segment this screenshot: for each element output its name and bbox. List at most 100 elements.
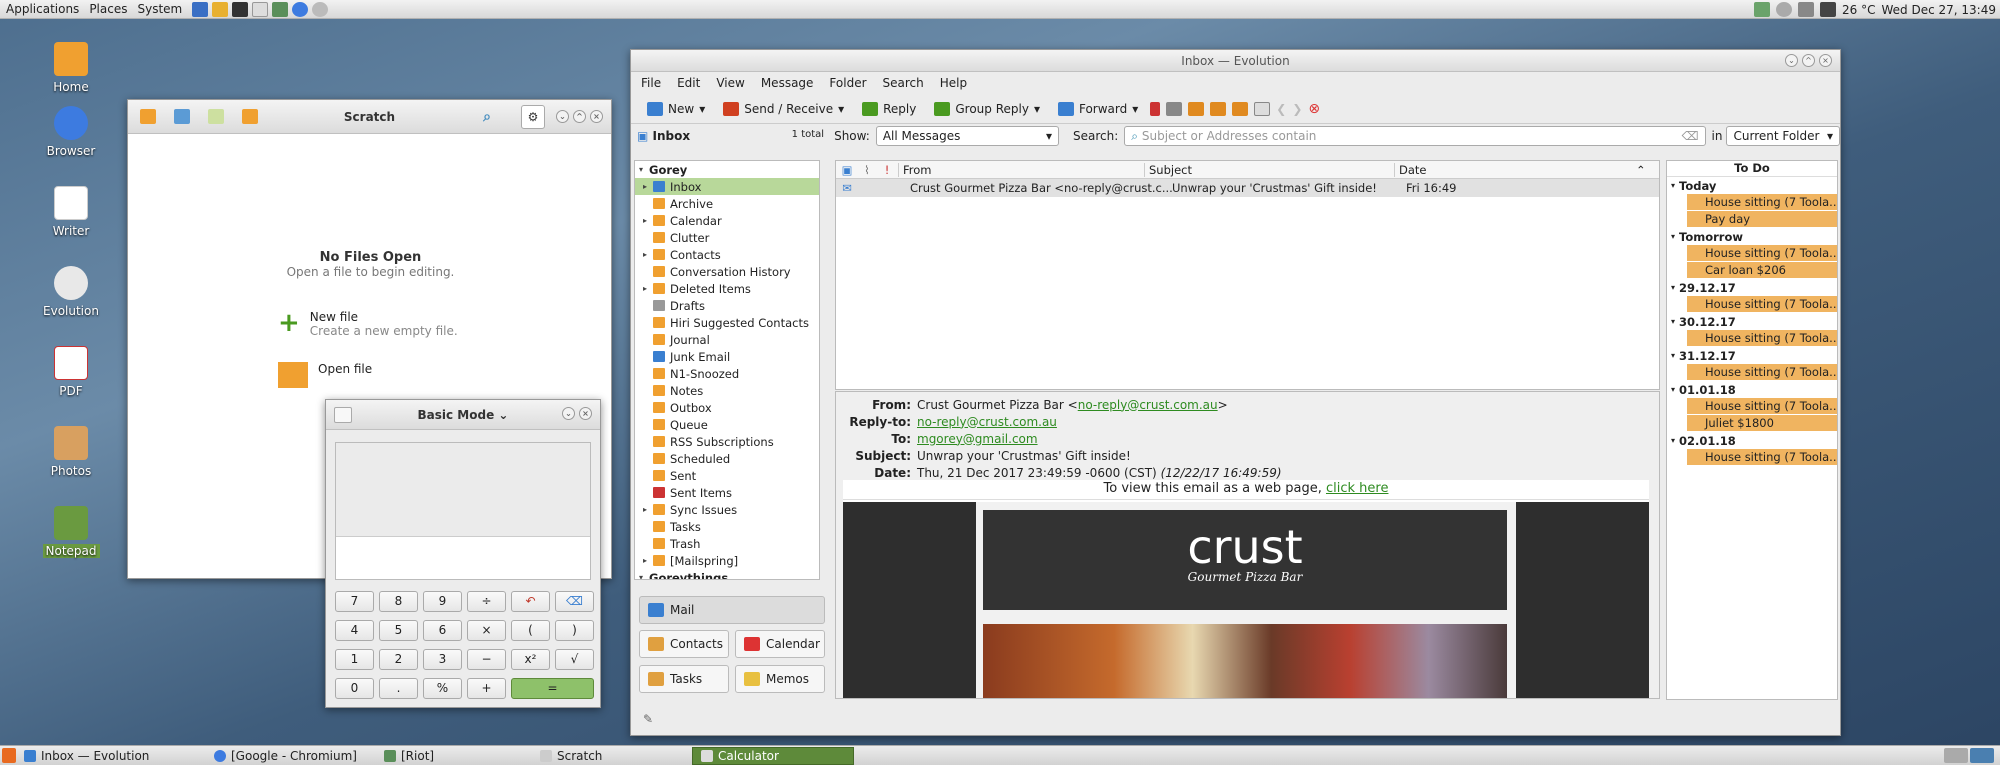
not-junk-icon[interactable] [1210, 101, 1227, 116]
calc-button-square[interactable]: x² [511, 649, 550, 670]
todo-day-header[interactable]: ▾ 29.12.17 [1667, 279, 1837, 296]
open-file-action[interactable]: Open file [278, 362, 372, 388]
calc-button-sqrt[interactable]: √ [555, 649, 594, 670]
terminal-launcher-icon[interactable] [232, 1, 249, 17]
reply-button[interactable]: Reply [856, 100, 922, 118]
places-menu[interactable]: Places [89, 2, 127, 16]
todo-item[interactable]: House sitting (7 Toola... [1687, 245, 1837, 261]
workspace-switcher[interactable] [1944, 748, 1994, 763]
folder-item[interactable]: Sent Items [635, 484, 819, 501]
junk-icon[interactable] [1188, 101, 1205, 116]
folder-item[interactable]: Hiri Suggested Contacts [635, 314, 819, 331]
account-goreythings[interactable]: ▾ Goreythings [635, 569, 819, 580]
forward-button[interactable]: Forward ▾ [1052, 100, 1144, 118]
todo-day-header[interactable]: ▾ 02.01.18 [1667, 432, 1837, 449]
close-button[interactable]: × [1819, 54, 1832, 67]
folder-item[interactable]: ▸ Contacts [635, 246, 819, 263]
switcher-calendar[interactable]: Calendar [735, 630, 825, 658]
menu-view[interactable]: View [716, 76, 744, 90]
mode-selector[interactable]: Basic Mode ⌄ [418, 408, 509, 422]
send-receive-button[interactable]: Send / Receive ▾ [717, 100, 850, 118]
folder-item[interactable]: Scheduled [635, 450, 819, 467]
maximize-button[interactable]: ^ [573, 110, 586, 123]
calc-button-8[interactable]: 8 [379, 591, 418, 612]
folder-item[interactable]: Drafts [635, 297, 819, 314]
menu-search[interactable]: Search [883, 76, 924, 90]
close-button[interactable]: × [579, 407, 592, 420]
show-desktop-icon[interactable] [2, 748, 16, 763]
minimize-button[interactable]: ⌄ [556, 110, 569, 123]
calc-button-5[interactable]: 5 [379, 620, 418, 641]
calc-button-percent[interactable]: % [423, 678, 462, 699]
open-project-icon[interactable] [140, 109, 156, 124]
menu-message[interactable]: Message [761, 76, 814, 90]
flag-icon[interactable] [1150, 101, 1161, 116]
calc-button-close-paren[interactable]: ) [555, 620, 594, 641]
weather-tray-icon[interactable] [1776, 2, 1793, 17]
folder-item[interactable]: N1-Snoozed [635, 365, 819, 382]
group-reply-button[interactable]: Group Reply ▾ [928, 100, 1046, 118]
calc-button-9[interactable]: 9 [423, 591, 462, 612]
task-riot[interactable]: [Riot] [376, 747, 532, 765]
folder-item[interactable]: Queue [635, 416, 819, 433]
calc-button-6[interactable]: 6 [423, 620, 462, 641]
account-gorey[interactable]: ▾ Gorey [635, 161, 819, 178]
desktop-evolution[interactable]: Evolution [40, 266, 102, 318]
workspace-2[interactable] [1970, 748, 1994, 763]
menu-help[interactable]: Help [940, 76, 967, 90]
calc-button-backspace[interactable]: ⌫ [555, 591, 594, 612]
open-folder-icon[interactable] [242, 109, 258, 124]
folder-item[interactable]: ▸ [Mailspring] [635, 552, 819, 569]
calc-button-undo[interactable]: ↶ [511, 591, 550, 612]
folder-item[interactable]: Junk Email [635, 348, 819, 365]
temperature[interactable]: 26 °C [1842, 3, 1875, 17]
desktop-home[interactable]: Home [40, 42, 102, 94]
folder-item[interactable]: ▸ Calendar [635, 212, 819, 229]
back-arrow-icon[interactable]: ❮ [1276, 102, 1286, 116]
calc-button-1[interactable]: 1 [335, 649, 374, 670]
battery-tray-icon[interactable] [1820, 2, 1837, 17]
calc-display[interactable] [335, 442, 591, 580]
folder-item[interactable]: Archive [635, 195, 819, 212]
history-icon[interactable] [334, 407, 352, 423]
new-file-action[interactable]: + New file Create a new empty file. [278, 310, 458, 338]
task-scratch[interactable]: Scratch [532, 747, 692, 765]
desktop-writer[interactable]: Writer [40, 186, 102, 238]
folder-item[interactable]: Trash [635, 535, 819, 552]
switcher-tasks[interactable]: Tasks [639, 665, 729, 693]
folder-item[interactable]: ▸ Deleted Items [635, 280, 819, 297]
desktop-pdf[interactable]: PDF [40, 346, 102, 398]
todo-item[interactable]: House sitting (7 Toola... [1687, 398, 1837, 414]
from-email-link[interactable]: no-reply@crust.com.au [1078, 398, 1218, 412]
pizza-photo[interactable] [983, 624, 1507, 698]
folder-item[interactable]: Sent [635, 467, 819, 484]
search-icon[interactable]: ⌕ [483, 109, 491, 125]
system-menu[interactable]: System [137, 2, 182, 16]
folder-item[interactable]: Tasks [635, 518, 819, 535]
todo-item[interactable]: House sitting (7 Toola... [1687, 364, 1837, 380]
desktop-photos[interactable]: Photos [40, 426, 102, 478]
clock[interactable]: Wed Dec 27, 13:49 [1882, 3, 1997, 17]
chromium-launcher-icon[interactable] [292, 1, 309, 17]
todo-day-header[interactable]: ▾ Tomorrow [1667, 228, 1837, 245]
calc-button-divide[interactable]: ÷ [467, 591, 506, 612]
calc-button-multiply[interactable]: × [467, 620, 506, 641]
calc-button-3[interactable]: 3 [423, 649, 462, 670]
show-select[interactable]: All Messages ▾ [875, 126, 1060, 146]
attachment-icon[interactable]: ⌇ [858, 163, 876, 177]
files-launcher-icon[interactable] [192, 1, 209, 17]
todo-item[interactable]: Pay day [1687, 211, 1837, 227]
new-file-icon[interactable] [208, 109, 224, 124]
volume-tray-icon[interactable] [1798, 2, 1815, 17]
task-evolution[interactable]: Inbox — Evolution [16, 747, 206, 765]
todo-item[interactable]: House sitting (7 Toola... [1687, 449, 1837, 465]
todo-item[interactable]: House sitting (7 Toola... [1687, 330, 1837, 346]
print-icon[interactable] [1254, 101, 1271, 116]
todo-day-header[interactable]: ▾ Today [1667, 177, 1837, 194]
settings-launcher-icon[interactable] [312, 1, 329, 17]
clear-search-icon[interactable]: ⌫ [1682, 129, 1699, 143]
switcher-mail[interactable]: Mail [639, 596, 825, 624]
archive-icon[interactable] [1232, 101, 1249, 116]
task-calculator[interactable]: Calculator [692, 746, 854, 765]
folder-item[interactable]: Outbox [635, 399, 819, 416]
